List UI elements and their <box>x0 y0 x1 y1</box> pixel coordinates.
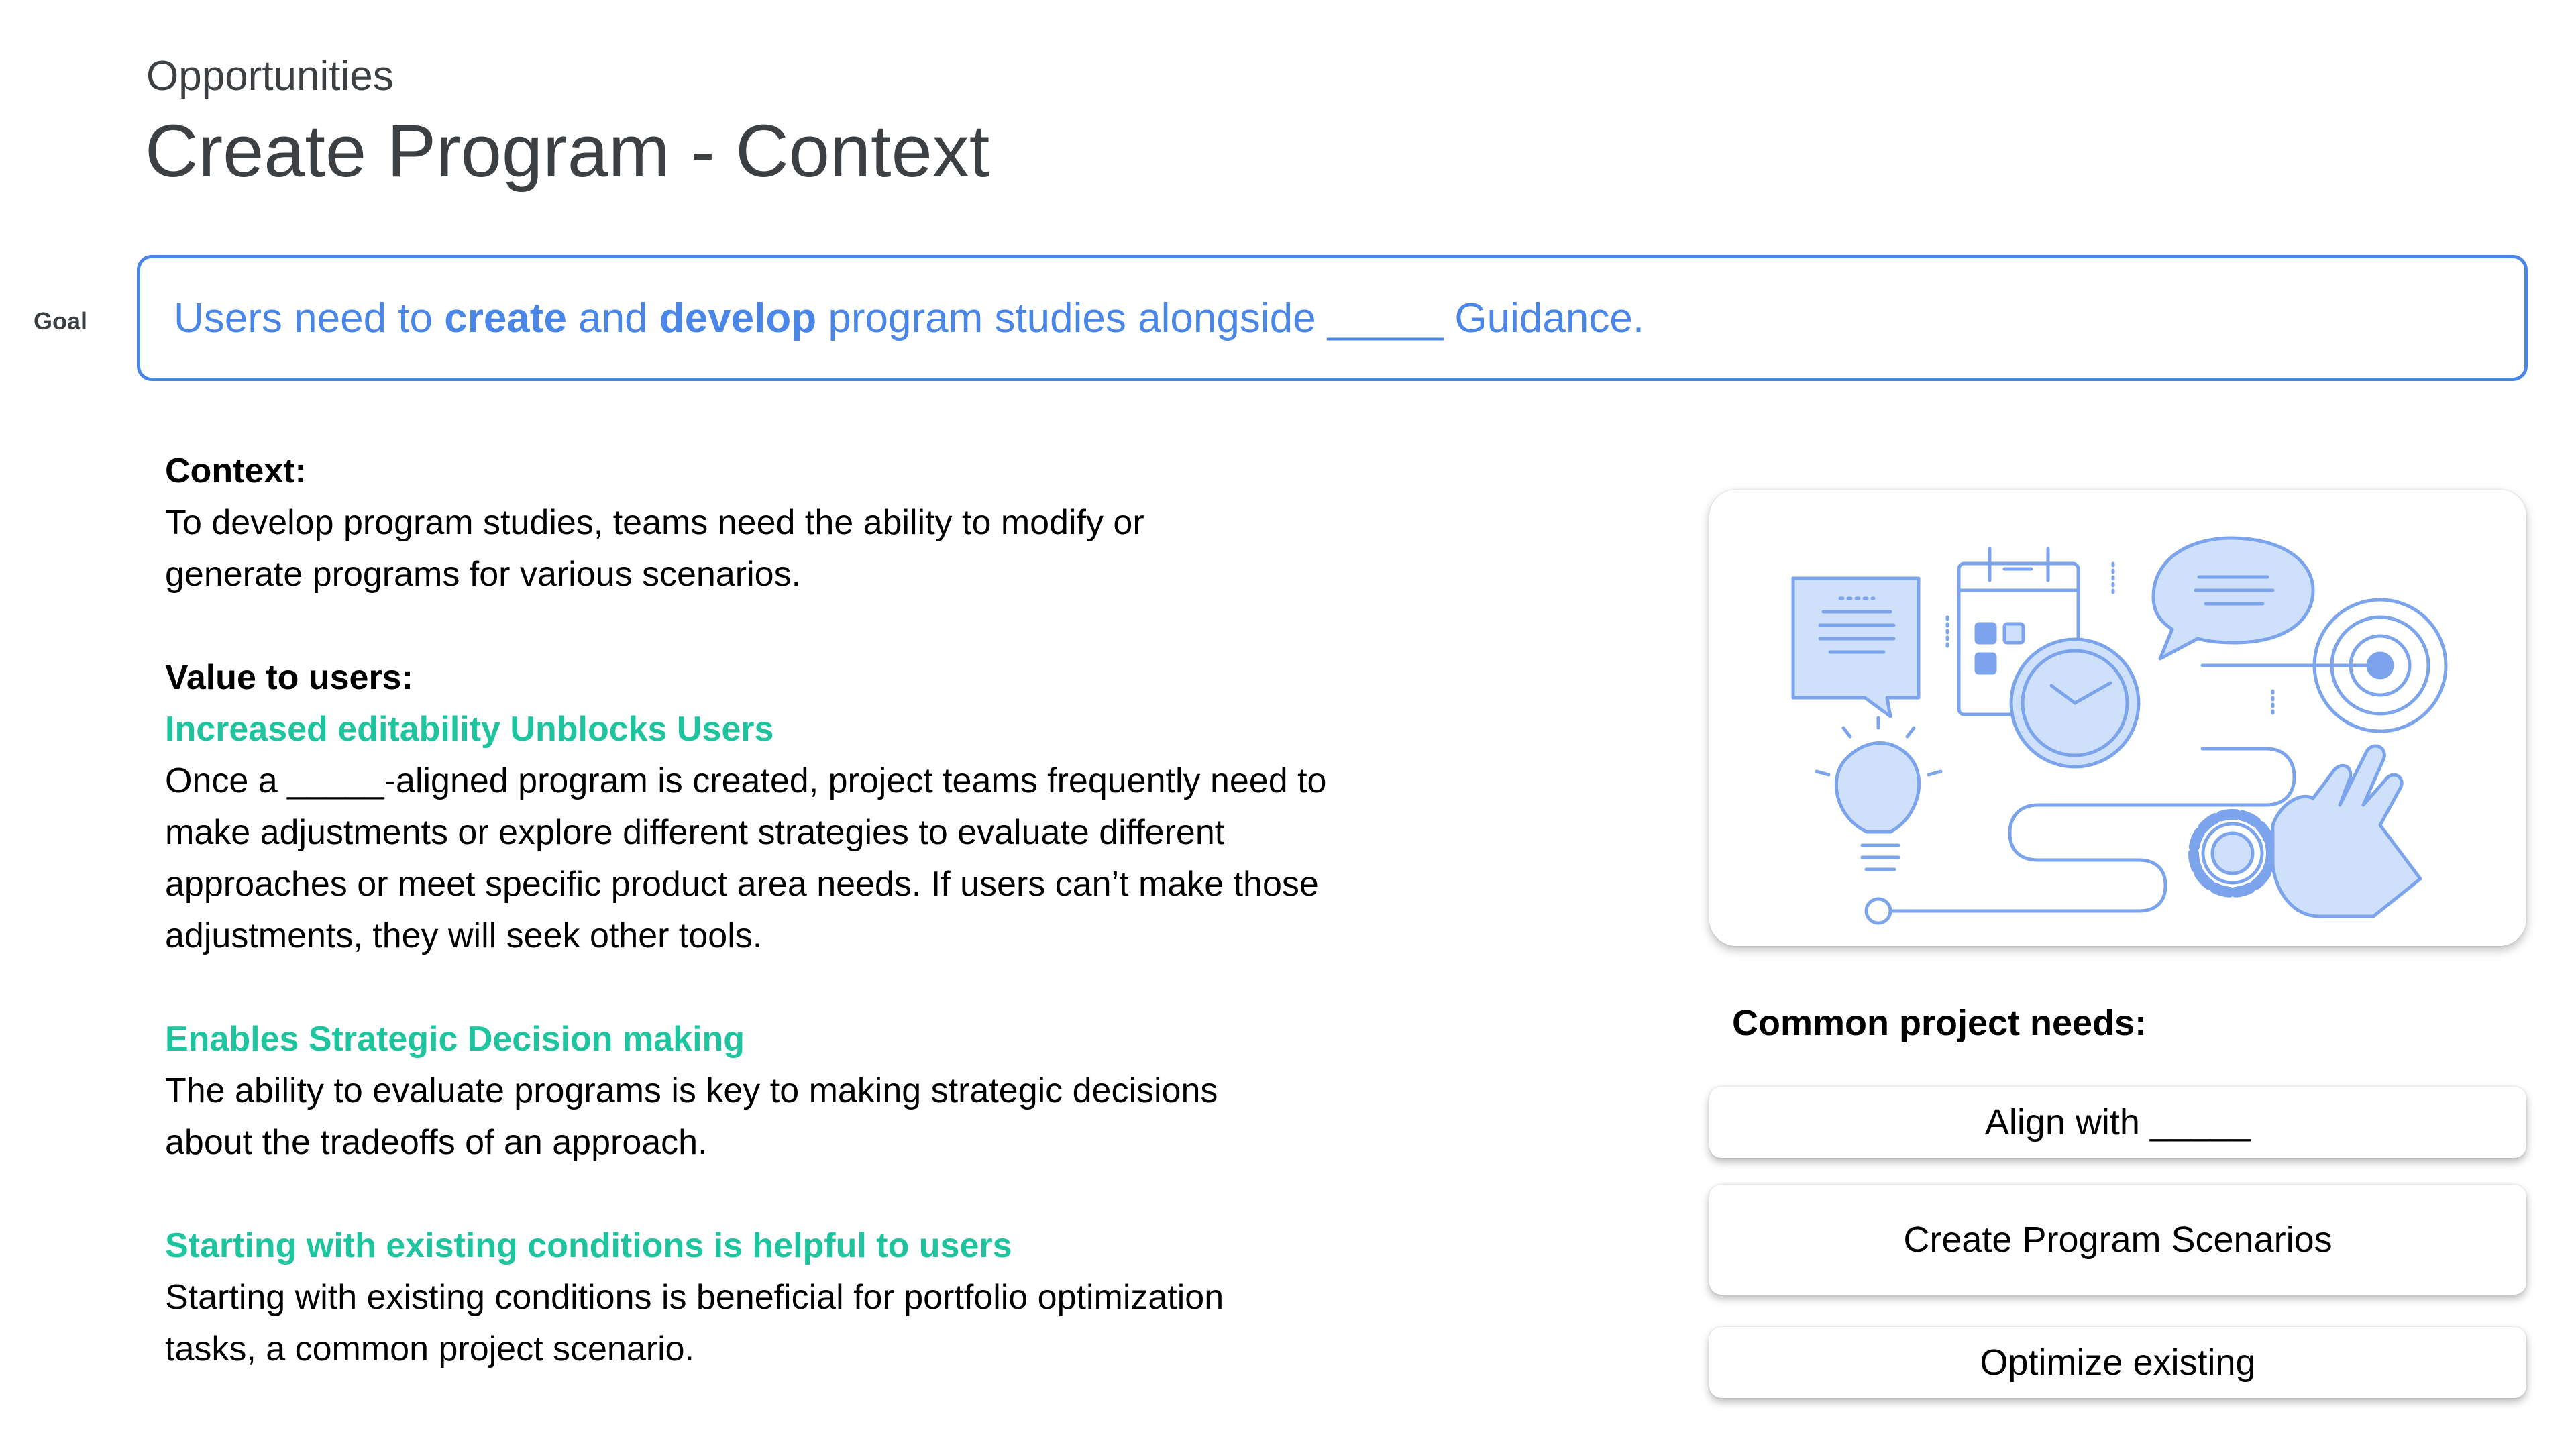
value-item-body: Starting with existing conditions is ben… <box>165 1278 1224 1368</box>
goal-statement-box: Users need to create and develop program… <box>137 255 2528 381</box>
section-kicker: Opportunities <box>146 53 394 99</box>
value-heading: Value to users: <box>165 658 413 697</box>
page-title: Create Program - Context <box>145 110 990 193</box>
value-item-title: Increased editability Unblocks Users <box>165 710 774 749</box>
illustration-card <box>1709 490 2526 946</box>
goal-keyword-create: create <box>444 294 567 341</box>
lightbulb-icon <box>1815 716 1943 871</box>
goal-statement: Users need to create and develop program… <box>174 294 1644 342</box>
context-heading: Context: <box>165 451 307 490</box>
needs-heading: Common project needs: <box>1732 1003 2147 1043</box>
chat-bubble-icon <box>1791 576 1921 718</box>
goal-text-1: Users need to <box>174 294 445 341</box>
clock-icon <box>2009 637 2141 769</box>
gear-icon <box>2188 809 2277 898</box>
align-with-button[interactable]: Align with _____ <box>1709 1087 2526 1158</box>
create-program-scenarios-button[interactable]: Create Program Scenarios <box>1709 1185 2526 1295</box>
workflow-illustration <box>1791 536 2448 925</box>
speech-bubble-icon <box>2151 536 2315 661</box>
goal-text-3: program studies alongside _____ Guidance… <box>816 294 1645 341</box>
value-item-body: Once a _____-aligned program is created,… <box>165 761 1327 955</box>
value-item-title: Starting with existing conditions is hel… <box>165 1226 1012 1265</box>
goal-label: Goal <box>34 307 88 335</box>
goal-keyword-develop: develop <box>659 294 817 341</box>
optimize-existing-button[interactable]: Optimize existing <box>1709 1327 2526 1398</box>
context-body: To develop program studies, teams need t… <box>165 503 1144 594</box>
value-item-body: The ability to evaluate programs is key … <box>165 1071 1218 1162</box>
goal-text-2: and <box>566 294 659 341</box>
context-column: Context: To develop program studies, tea… <box>165 445 1332 1375</box>
value-item-title: Enables Strategic Decision making <box>165 1020 745 1059</box>
